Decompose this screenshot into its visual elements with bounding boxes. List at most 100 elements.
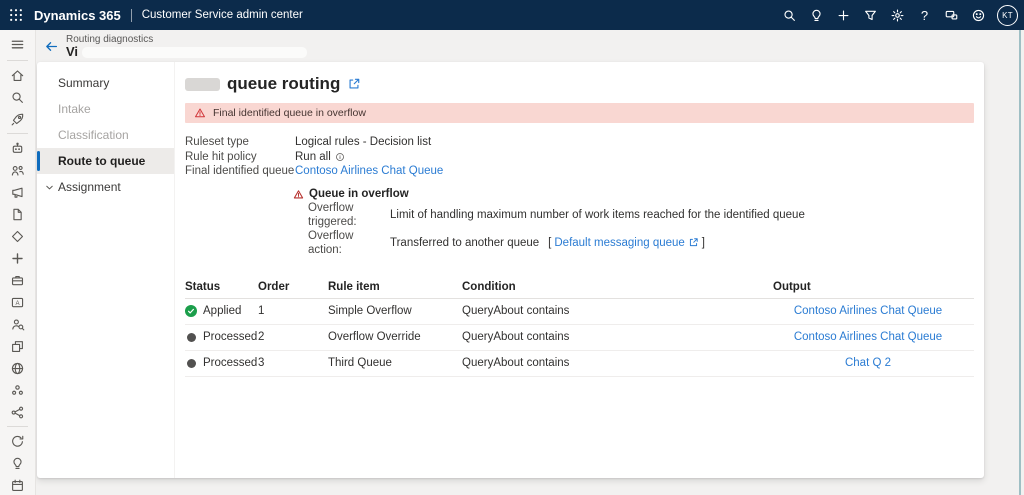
nav-item-intake[interactable]: Intake (37, 96, 174, 122)
svg-text:A: A (15, 299, 20, 306)
contact-card-icon[interactable]: A (0, 291, 36, 313)
queue-overflow-block: Queue in overflow Overflow triggered: Lim… (293, 188, 974, 257)
nav-item-label: Assignment (58, 180, 121, 194)
insights-icon[interactable] (0, 452, 36, 474)
product-name[interactable]: Dynamics 365 (34, 8, 121, 23)
order-cell: 1 (258, 305, 265, 317)
back-arrow-icon[interactable] (36, 30, 66, 62)
chat-icon[interactable] (938, 0, 965, 30)
table-row[interactable]: Processed 2 Overflow Override QueryAbout co… (185, 325, 974, 351)
output-queue-link[interactable]: Chat Q 2 (845, 357, 891, 369)
bracket-open: [ (548, 236, 552, 249)
agent-icon[interactable] (0, 137, 36, 159)
redacted-queue-name (185, 77, 220, 91)
section-title-row: queue routing (185, 71, 974, 97)
share-icon[interactable] (0, 401, 36, 423)
right-edge-accent (1019, 30, 1021, 495)
page-header-text: Routing diagnostics Vi (66, 32, 308, 59)
globe-icon[interactable] (0, 357, 36, 379)
app-name[interactable]: Customer Service admin center (142, 9, 303, 21)
section-title: queue routing (227, 74, 341, 93)
search-icon[interactable] (776, 0, 803, 30)
lightbulb-icon[interactable] (803, 0, 830, 30)
sync-icon[interactable] (0, 430, 36, 452)
overflow-row-value: Transferred to another queue [Default mes… (390, 229, 705, 257)
output-cell: Contoso Airlines Chat Queue (773, 331, 963, 343)
condition-cell: QueryAbout contains (462, 357, 570, 369)
connector-icon[interactable] (0, 247, 36, 269)
detail-value: Contoso Airlines Chat Queue (295, 164, 443, 179)
top-app-bar: Dynamics 365 Customer Service admin cent… (0, 0, 1024, 30)
document-icon[interactable] (0, 203, 36, 225)
condition-cell: QueryAbout contains (462, 305, 570, 317)
rocket-icon[interactable] (0, 108, 36, 130)
overflow-value-text: Limit of handling maximum number of work… (390, 208, 805, 221)
processed-dot-icon (186, 358, 196, 368)
open-in-new-icon (688, 237, 699, 248)
rule-item-cell: Overflow Override (328, 331, 421, 343)
detail-row: Rule hit policy Run all (185, 150, 974, 165)
home-icon[interactable] (0, 64, 36, 86)
queue-link[interactable]: Contoso Airlines Chat Queue (295, 164, 443, 179)
detail-row: Ruleset type Logical rules - Decision lis… (185, 135, 974, 150)
nav-item-route-to-queue[interactable]: Route to queue (37, 148, 174, 174)
output-queue-link[interactable]: Contoso Airlines Chat Queue (794, 305, 942, 317)
info-icon[interactable] (335, 152, 345, 162)
nav-item-summary[interactable]: Summary (37, 70, 174, 96)
column-header-condition: Condition (462, 280, 516, 293)
detail-text: Logical rules - Decision list (295, 136, 432, 148)
detail-value: Run all (295, 150, 345, 165)
nav-item-classification[interactable]: Classification (37, 122, 174, 148)
table-row[interactable]: Processed 3 Third Queue QueryAbout contains… (185, 351, 974, 377)
table-row[interactable]: Applied 1 Simple Overflow QueryAbout contai… (185, 299, 974, 325)
open-record-icon[interactable] (347, 77, 361, 91)
diagnostics-nav: Summary Intake Classification Route to queu… (37, 62, 175, 478)
settings-icon[interactable] (884, 0, 911, 30)
default-messaging-queue-link[interactable]: Default messaging queue (554, 236, 698, 250)
site-map-rail: A (0, 30, 36, 495)
rule-items-table: Status Order Rule item Condition Output Appl… (185, 276, 974, 377)
emoji-icon[interactable] (965, 0, 992, 30)
detail-value: Logical rules - Decision list (295, 135, 431, 150)
status-label: Applied (203, 305, 242, 317)
menu-icon[interactable] (0, 32, 36, 57)
processed-dot-icon (186, 332, 196, 342)
filter-icon[interactable] (857, 0, 884, 30)
add-icon[interactable] (830, 0, 857, 30)
briefcase-icon[interactable] (0, 269, 36, 291)
account-avatar[interactable]: KT (997, 4, 1018, 26)
table-header-row: Status Order Rule item Condition Output (185, 276, 974, 299)
condition-cell: QueryAbout contains (462, 331, 570, 343)
route-to-queue-content: queue routing Final identified queue in … (175, 62, 984, 478)
windows-icon[interactable] (0, 335, 36, 357)
topbar-divider (130, 8, 132, 22)
help-icon[interactable]: ? (911, 0, 938, 30)
search-icon[interactable] (0, 86, 36, 108)
calendar-icon[interactable] (0, 474, 36, 495)
nav-item-assignment[interactable]: Assignment (37, 174, 174, 200)
detail-label: Final identified queue (185, 165, 295, 177)
org-chart-icon[interactable] (0, 159, 36, 181)
teams-icon[interactable] (0, 379, 36, 401)
breadcrumb: Routing diagnostics (66, 34, 154, 46)
page-header: Routing diagnostics Vi (36, 30, 1024, 62)
overflow-row: Overflow action: Transferred to another q… (308, 229, 974, 257)
overflow-row-value: Limit of handling maximum number of work… (390, 201, 805, 229)
megaphone-icon[interactable] (0, 181, 36, 203)
details-list: Ruleset type Logical rules - Decision lis… (185, 135, 974, 179)
person-search-icon[interactable] (0, 313, 36, 335)
rail-divider (7, 60, 28, 61)
order-cell: 2 (258, 331, 265, 343)
warning-icon (293, 189, 304, 200)
overflow-title: Queue in overflow (309, 187, 409, 200)
route-diamond-icon[interactable] (0, 225, 36, 247)
overflow-row-label: Overflow triggered: (308, 201, 357, 228)
overflow-value-text: Transferred to another queue (390, 236, 540, 249)
order-cell: 3 (258, 357, 265, 369)
output-queue-link[interactable]: Contoso Airlines Chat Queue (794, 331, 942, 343)
app-launcher-waffle-icon[interactable] (0, 0, 32, 30)
redacted-text (82, 46, 308, 58)
output-cell: Contoso Airlines Chat Queue (773, 305, 963, 317)
warning-icon (194, 107, 206, 119)
topbar-actions: ? KT (776, 0, 1024, 30)
